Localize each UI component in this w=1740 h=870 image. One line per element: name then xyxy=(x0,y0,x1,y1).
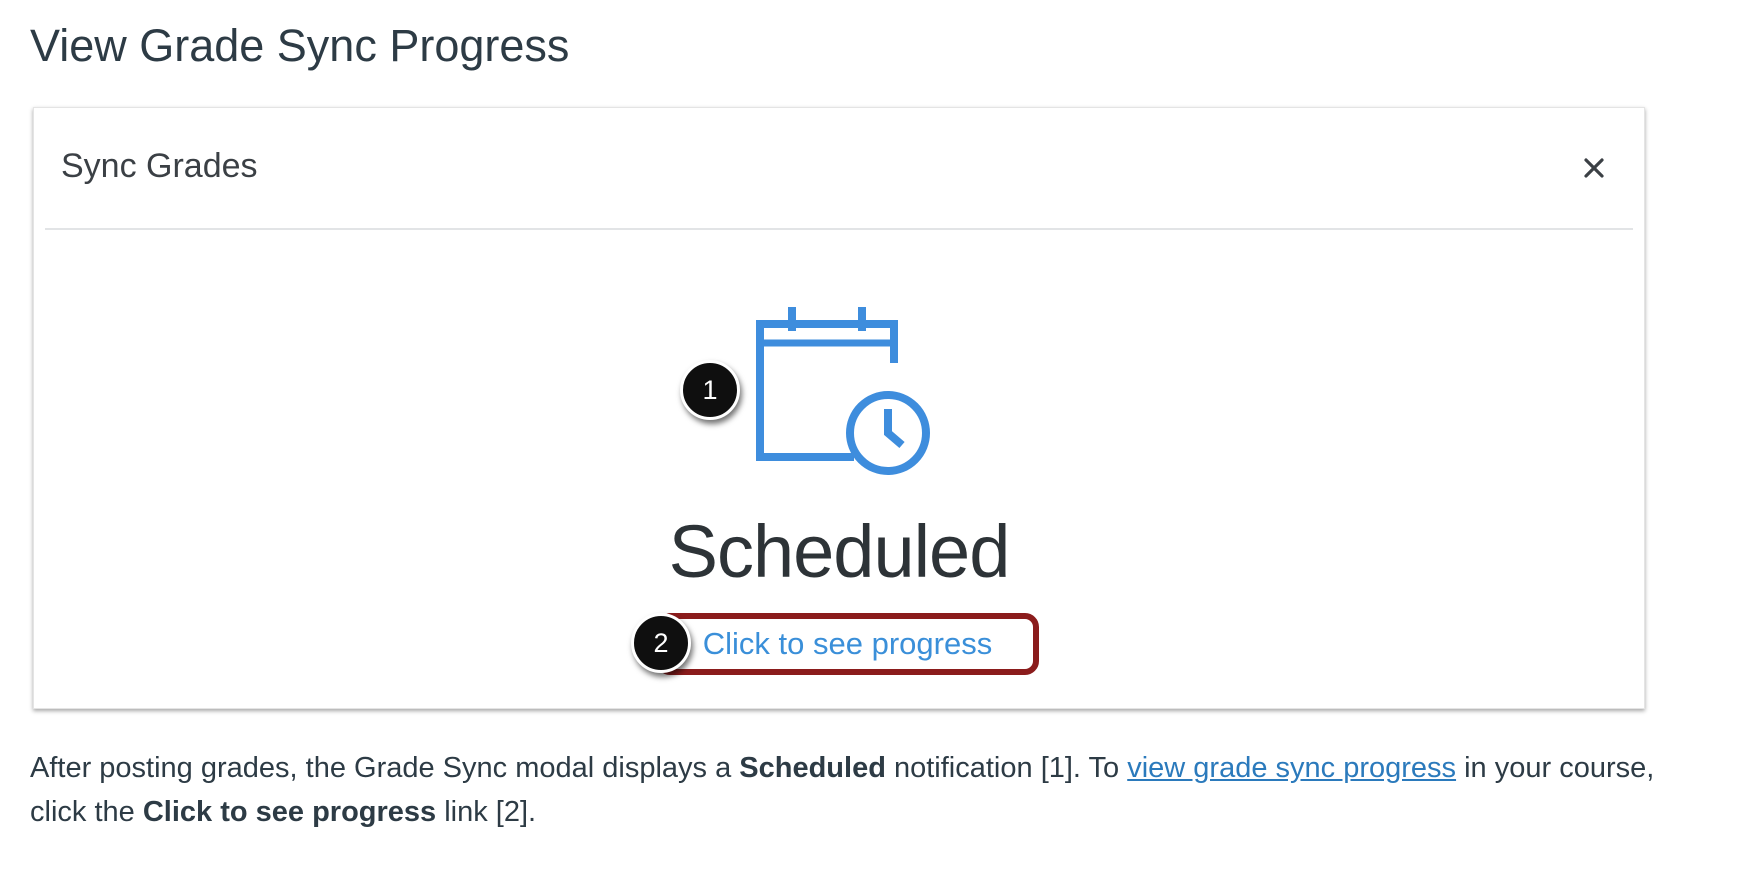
callout-1: 1 xyxy=(680,360,740,420)
close-button[interactable] xyxy=(1574,148,1614,188)
header-divider xyxy=(45,228,1633,230)
click-to-see-progress-link[interactable]: Click to see progress xyxy=(703,626,992,662)
callout-2: 2 xyxy=(631,613,691,673)
description-text-2: notification [1]. To xyxy=(885,752,1128,784)
description-text-1: After posting grades, the Grade Sync mod… xyxy=(30,752,740,784)
description-bold-click-to-see-progress: Click to see progress xyxy=(142,796,437,828)
progress-link-highlight: Click to see progress xyxy=(656,613,1039,675)
calendar-clock-icon xyxy=(756,307,930,475)
page-title: View Grade Sync Progress xyxy=(30,20,570,71)
description-bold-scheduled: Scheduled xyxy=(739,752,886,784)
sync-grades-modal-screenshot: Sync Grades 1 Scheduled Click to see pro… xyxy=(33,107,1645,709)
modal-header: Sync Grades xyxy=(34,108,1644,229)
status-scheduled: Scheduled xyxy=(668,510,1011,593)
description-paragraph: After posting grades, the Grade Sync mod… xyxy=(30,746,1710,834)
modal-title: Sync Grades xyxy=(61,147,258,185)
description-text-4: link [2]. xyxy=(436,796,537,828)
guide-page: View Grade Sync Progress Sync Grades 1 S… xyxy=(0,0,1740,870)
view-grade-sync-progress-link[interactable]: view grade sync progress xyxy=(1127,752,1456,784)
close-icon xyxy=(1584,158,1604,178)
